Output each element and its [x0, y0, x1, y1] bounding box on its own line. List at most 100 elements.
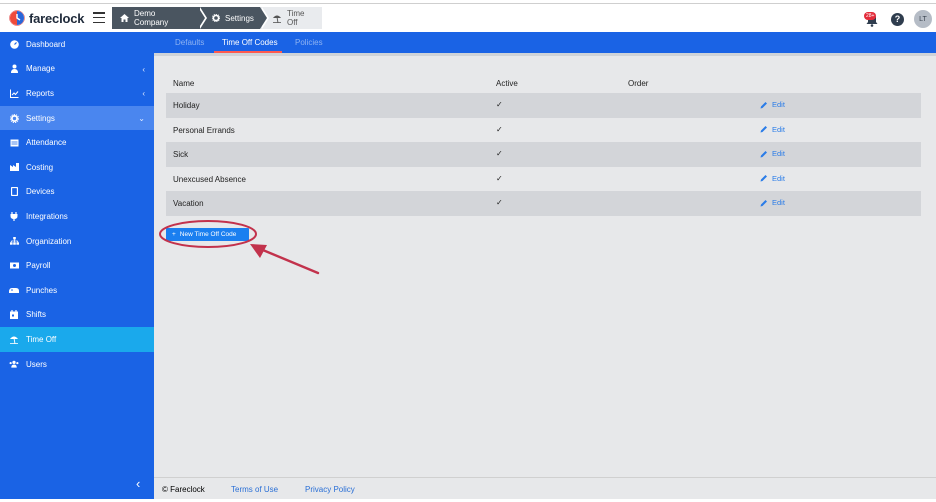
dashboard-icon [9, 39, 19, 49]
beach-umbrella-icon [9, 334, 19, 344]
breadcrumb-settings[interactable]: Settings [198, 7, 269, 29]
pencil-icon [760, 150, 767, 158]
sidebar-item-label: Payroll [26, 261, 51, 271]
notification-badge: 28+ [864, 12, 877, 20]
edit-button[interactable]: Edit [760, 125, 785, 134]
chart-icon [9, 88, 19, 98]
header-actions: 28+ ? LT [863, 8, 932, 30]
collapse-sidebar-icon[interactable]: ‹ [136, 476, 140, 491]
brand-logo[interactable]: fareclock [9, 10, 84, 26]
person-icon [9, 64, 19, 74]
edit-label: Edit [772, 173, 785, 183]
app-window: fareclock Demo Company Settings Time Off… [0, 0, 936, 502]
sidebar-item-label: Costing [26, 162, 54, 172]
edit-label: Edit [772, 198, 785, 208]
pencil-icon [760, 199, 767, 207]
column-header-order[interactable]: Order [628, 79, 648, 88]
top-bar: fareclock Demo Company Settings Time Off… [0, 3, 936, 32]
breadcrumb-time-off[interactable]: Time Off [260, 7, 322, 29]
settings-tab-bar: Defaults Time Off Codes Policies [154, 32, 936, 53]
terms-of-use-link[interactable]: Terms of Use [231, 485, 278, 494]
breadcrumb-label: Settings [225, 13, 254, 23]
pencil-icon [760, 101, 767, 108]
main-content: Name Active Order Holiday ✓ Edit Persona… [154, 53, 936, 477]
menu-toggle-icon[interactable] [93, 12, 105, 23]
annotation-overlay [159, 220, 320, 275]
breadcrumb-label: Demo Company [134, 9, 169, 27]
privacy-policy-link[interactable]: Privacy Policy [305, 485, 355, 494]
copyright-text: © Fareclock [162, 485, 205, 494]
highlight-ellipse [159, 220, 257, 248]
active-check-icon: ✓ [496, 173, 503, 183]
sidebar-item-label: Settings [26, 113, 55, 123]
sidebar-item-reports[interactable]: Reports ‹ [0, 81, 154, 106]
beach-umbrella-icon [273, 15, 281, 23]
chevron-down-icon: ⌄ [138, 113, 145, 123]
home-icon [120, 14, 129, 22]
sidebar-item-shifts[interactable]: Shifts [0, 303, 154, 328]
tab-defaults[interactable]: Defaults [175, 38, 204, 47]
sidebar-item-label: Organization [26, 236, 72, 246]
footer: © Fareclock Terms of Use Privacy Policy [154, 477, 936, 499]
sidebar-item-payroll[interactable]: Payroll [0, 253, 154, 278]
active-check-icon: ✓ [496, 149, 503, 159]
help-button[interactable]: ? [891, 12, 904, 26]
sidebar-item-label: Integrations [26, 211, 68, 221]
tab-policies[interactable]: Policies [295, 38, 323, 47]
users-icon [9, 359, 19, 369]
sidebar-item-label: Dashboard [26, 39, 66, 49]
sidebar-item-attendance[interactable]: Attendance [0, 130, 154, 155]
attendance-icon [9, 138, 19, 148]
edit-button[interactable]: Edit [760, 149, 785, 158]
pencil-icon [760, 126, 767, 133]
breadcrumb: Demo Company Settings Time Off [112, 7, 322, 29]
sidebar-item-time-off[interactable]: Time Off [0, 327, 154, 352]
sidebar-item-label: Shifts [26, 310, 47, 320]
sidebar-item-devices[interactable]: Devices [0, 180, 154, 205]
sidebar-item-label: Time Off [26, 334, 57, 344]
chevron-left-icon: ‹ [142, 64, 145, 74]
active-check-icon: ✓ [496, 124, 503, 134]
annotation-arrow-line [256, 246, 320, 275]
sitemap-icon [9, 236, 19, 246]
chevron-left-icon: ‹ [142, 89, 145, 99]
user-avatar[interactable]: LT [914, 10, 932, 28]
sidebar: Dashboard Manage ‹ Reports ‹ Settings ⌄ … [0, 32, 154, 499]
plug-icon [9, 211, 19, 221]
sidebar-item-label: Devices [26, 187, 55, 197]
edit-label: Edit [772, 124, 785, 134]
money-icon [9, 261, 19, 271]
edit-button[interactable]: Edit [760, 198, 785, 207]
edit-button[interactable]: Edit [760, 100, 785, 109]
sidebar-item-label: Manage [26, 64, 55, 74]
edit-button[interactable]: Edit [760, 174, 785, 183]
factory-icon [9, 162, 19, 172]
edit-label: Edit [772, 149, 785, 159]
sidebar-item-label: Reports [26, 88, 55, 98]
column-header-active[interactable]: Active [496, 79, 518, 88]
fareclock-logo-icon [9, 10, 25, 26]
calendar-icon [9, 310, 19, 320]
sidebar-item-settings[interactable]: Settings ⌄ [0, 105, 154, 131]
edit-label: Edit [772, 100, 785, 109]
notifications-button[interactable]: 28+ [863, 10, 881, 28]
active-check-icon: ✓ [496, 198, 503, 208]
brand-name: fareclock [29, 10, 85, 26]
tab-time-off-codes[interactable]: Time Off Codes [222, 38, 278, 47]
punch-icon [9, 285, 19, 295]
sidebar-item-punches[interactable]: Punches [0, 278, 154, 303]
gear-icon [212, 14, 220, 22]
breadcrumb-label: Time Off [287, 9, 305, 27]
sidebar-item-integrations[interactable]: Integrations [0, 204, 154, 229]
sidebar-item-label: Attendance [26, 138, 67, 148]
pencil-icon [760, 175, 767, 182]
active-check-icon: ✓ [496, 100, 503, 109]
sidebar-item-label: Users [26, 359, 47, 369]
gear-icon [9, 113, 19, 123]
sidebar-item-organization[interactable]: Organization [0, 229, 154, 254]
breadcrumb-demo-company[interactable]: Demo Company [112, 7, 207, 29]
sidebar-item-manage[interactable]: Manage ‹ [0, 57, 154, 82]
sidebar-item-costing[interactable]: Costing [0, 155, 154, 180]
sidebar-item-dashboard[interactable]: Dashboard [0, 32, 154, 57]
sidebar-item-users[interactable]: Users [0, 352, 154, 377]
